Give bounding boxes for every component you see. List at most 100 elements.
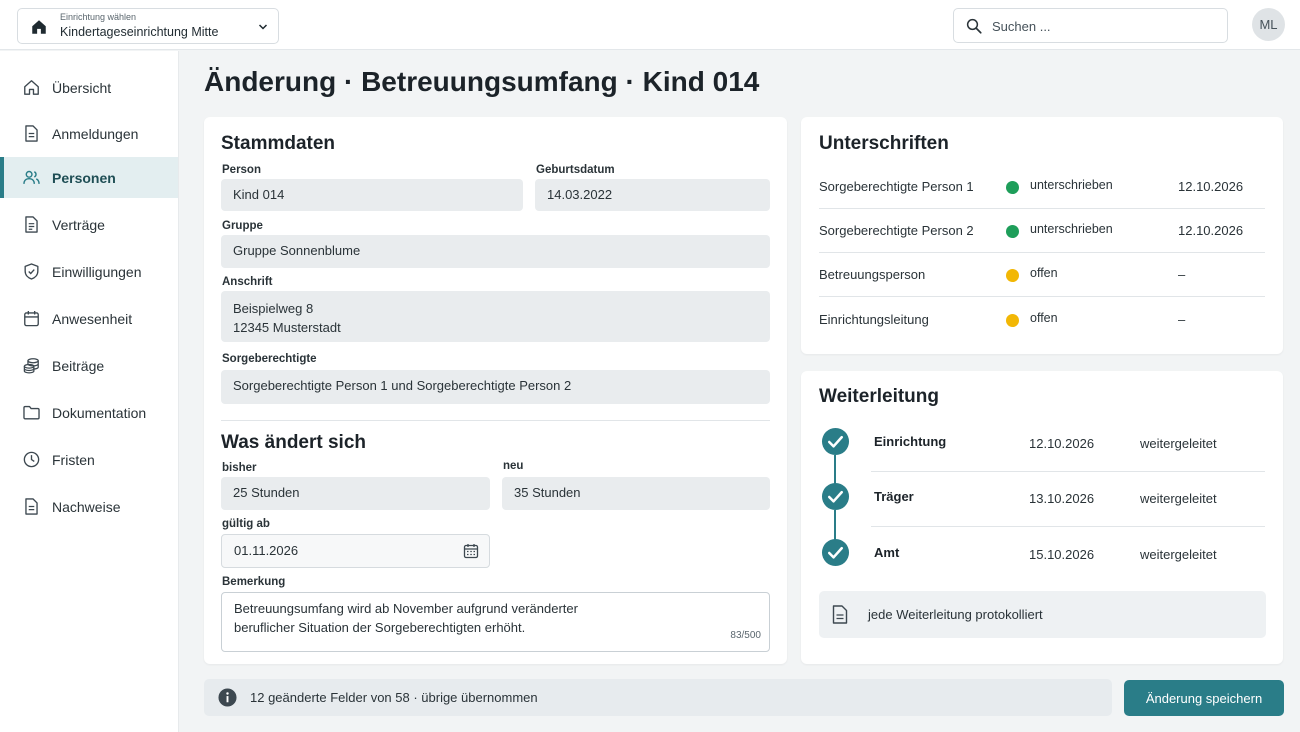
calendar-icon xyxy=(24,310,39,327)
sidebar-item-vertraege[interactable]: Verträge xyxy=(0,204,178,245)
group-label: Gruppe xyxy=(222,220,263,232)
forwarding-date: 13.10.2026 xyxy=(1029,491,1095,506)
address-label: Anschrift xyxy=(222,276,273,288)
valid-from-field[interactable]: 01.11.2026 xyxy=(221,534,490,568)
address-line-2: 12345 Musterstadt xyxy=(233,320,341,335)
stammdaten-heading: Stammdaten xyxy=(221,133,336,154)
contract-icon xyxy=(25,216,38,233)
signature-date: 12.10.2026 xyxy=(1178,223,1244,238)
birthdate-label: Geburtsdatum xyxy=(536,164,615,176)
signatory-name: Einrichtungsleitung xyxy=(819,312,929,327)
home-icon xyxy=(24,80,39,95)
sidebar-item-label: Dokumentation xyxy=(52,405,147,421)
facility-value: Kindertageseinrichtung Mitte xyxy=(60,25,219,39)
signatures-heading: Unterschriften xyxy=(819,133,949,154)
sidebar: Übersicht Anmeldungen Personen Verträge … xyxy=(0,51,179,732)
signature-date: – xyxy=(1178,312,1186,327)
sidebar-item-fristen[interactable]: Fristen xyxy=(0,439,178,480)
signature-status: unterschrieben xyxy=(1030,178,1113,192)
page-title: Änderung · Betreuungsumfang · Kind 014 xyxy=(204,66,760,97)
save-button[interactable]: Änderung speichern xyxy=(1124,680,1284,716)
forwarding-row: Einrichtung 12.10.2026 weitergeleitet xyxy=(819,427,1265,482)
sidebar-item-anwesenheit[interactable]: Anwesenheit xyxy=(0,298,178,339)
birthdate-field: 14.03.2022 xyxy=(535,179,770,211)
clock-icon xyxy=(23,451,40,468)
sidebar-item-label: Nachweise xyxy=(52,499,121,515)
signature-row: Betreuungsperson offen – xyxy=(819,253,1265,297)
signatory-name: Sorgeberechtigte Person 2 xyxy=(819,223,974,238)
forwarding-recipient: Träger xyxy=(874,489,914,504)
sidebar-item-nachweise[interactable]: Nachweise xyxy=(0,486,178,527)
check-circle-icon xyxy=(821,538,850,567)
facility-label: Einrichtung wählen xyxy=(60,12,137,22)
folder-icon xyxy=(23,405,40,420)
person-field: Kind 014 xyxy=(221,179,523,211)
sidebar-item-label: Anwesenheit xyxy=(52,311,133,327)
sidebar-item-label: Übersicht xyxy=(52,80,112,96)
sidebar-item-label: Verträge xyxy=(52,217,105,233)
info-bar: 12 geänderte Felder von 58 · übrige über… xyxy=(204,679,1112,716)
check-circle-icon xyxy=(821,427,850,456)
forwarding-status: weitergeleitet xyxy=(1140,491,1217,506)
forwarding-recipient: Amt xyxy=(874,545,900,560)
document-icon xyxy=(832,605,848,624)
valid-from-label: gültig ab xyxy=(222,518,270,530)
chevron-down-icon xyxy=(258,24,268,30)
status-dot xyxy=(1006,181,1019,194)
info-text: 12 geänderte Felder von 58 · übrige über… xyxy=(250,690,538,705)
sidebar-item-label: Beiträge xyxy=(52,358,105,374)
row-divider xyxy=(871,471,1265,472)
signature-status: offen xyxy=(1030,311,1058,325)
forwarding-recipient: Einrichtung xyxy=(874,434,947,449)
remark-text: Betreuungsumfang wird ab November aufgru… xyxy=(234,601,578,635)
signature-row: Sorgeberechtigte Person 1 unterschrieben… xyxy=(819,165,1265,209)
signature-date: – xyxy=(1178,267,1186,282)
person-label: Person xyxy=(222,164,261,176)
shield-check-icon xyxy=(24,263,39,280)
address-line-1: Beispielweg 8 xyxy=(233,301,314,316)
row-divider xyxy=(819,296,1265,297)
people-icon xyxy=(23,170,40,184)
sidebar-item-label: Anmeldungen xyxy=(52,126,139,142)
sidebar-item-einwilligungen[interactable]: Einwilligungen xyxy=(0,251,178,292)
after-field[interactable]: 35 Stunden xyxy=(502,477,770,510)
signature-status: offen xyxy=(1030,266,1058,280)
signature-row: Einrichtungsleitung offen – xyxy=(819,298,1265,342)
sidebar-item-personen[interactable]: Personen xyxy=(0,157,178,198)
search-icon xyxy=(966,18,982,34)
search-input[interactable] xyxy=(992,16,1212,36)
home-icon xyxy=(32,20,46,34)
signature-date: 12.10.2026 xyxy=(1178,179,1244,194)
check-circle-icon xyxy=(821,482,850,511)
signatory-name: Betreuungsperson xyxy=(819,267,926,282)
sidebar-item-label: Einwilligungen xyxy=(52,264,142,280)
sidebar-item-label: Personen xyxy=(52,170,116,186)
avatar[interactable]: ML xyxy=(1252,8,1285,41)
signature-row: Sorgeberechtigte Person 2 unterschrieben… xyxy=(819,209,1265,253)
remark-counter: 83/500 xyxy=(730,630,761,641)
status-dot xyxy=(1006,225,1019,238)
coins-icon xyxy=(23,358,39,374)
calendar-icon[interactable] xyxy=(463,543,479,559)
forwarding-status: weitergeleitet xyxy=(1140,436,1217,451)
guardians-field: Sorgeberechtigte Person 1 und Sorgeberec… xyxy=(221,370,770,404)
address-field: Beispielweg 8 12345 Musterstadt xyxy=(221,291,770,342)
status-dot xyxy=(1006,314,1019,327)
before-label: bisher xyxy=(222,462,257,474)
search-box[interactable] xyxy=(953,8,1228,43)
row-divider xyxy=(871,526,1265,527)
group-field: Gruppe Sonnenblume xyxy=(221,235,770,268)
sidebar-item-dokumentation[interactable]: Dokumentation xyxy=(0,392,178,433)
sidebar-item-uebersicht[interactable]: Übersicht xyxy=(0,67,178,108)
forwarding-note: jede Weiterleitung protokolliert xyxy=(819,591,1266,638)
sidebar-item-beitraege[interactable]: Beiträge xyxy=(0,345,178,386)
sidebar-item-anmeldungen[interactable]: Anmeldungen xyxy=(0,113,178,154)
remark-textarea[interactable]: Betreuungsumfang wird ab November aufgru… xyxy=(221,592,770,652)
forwarding-date: 12.10.2026 xyxy=(1029,436,1095,451)
forwarding-note-text: jede Weiterleitung protokolliert xyxy=(868,607,1043,622)
signature-status: unterschrieben xyxy=(1030,222,1113,236)
facility-selector[interactable]: Einrichtung wählen Kindertageseinrichtun… xyxy=(17,8,279,44)
document-icon xyxy=(25,498,38,515)
guardians-label: Sorgeberechtigte xyxy=(222,353,317,365)
forwarding-row: Amt 15.10.2026 weitergeleitet xyxy=(819,538,1265,593)
